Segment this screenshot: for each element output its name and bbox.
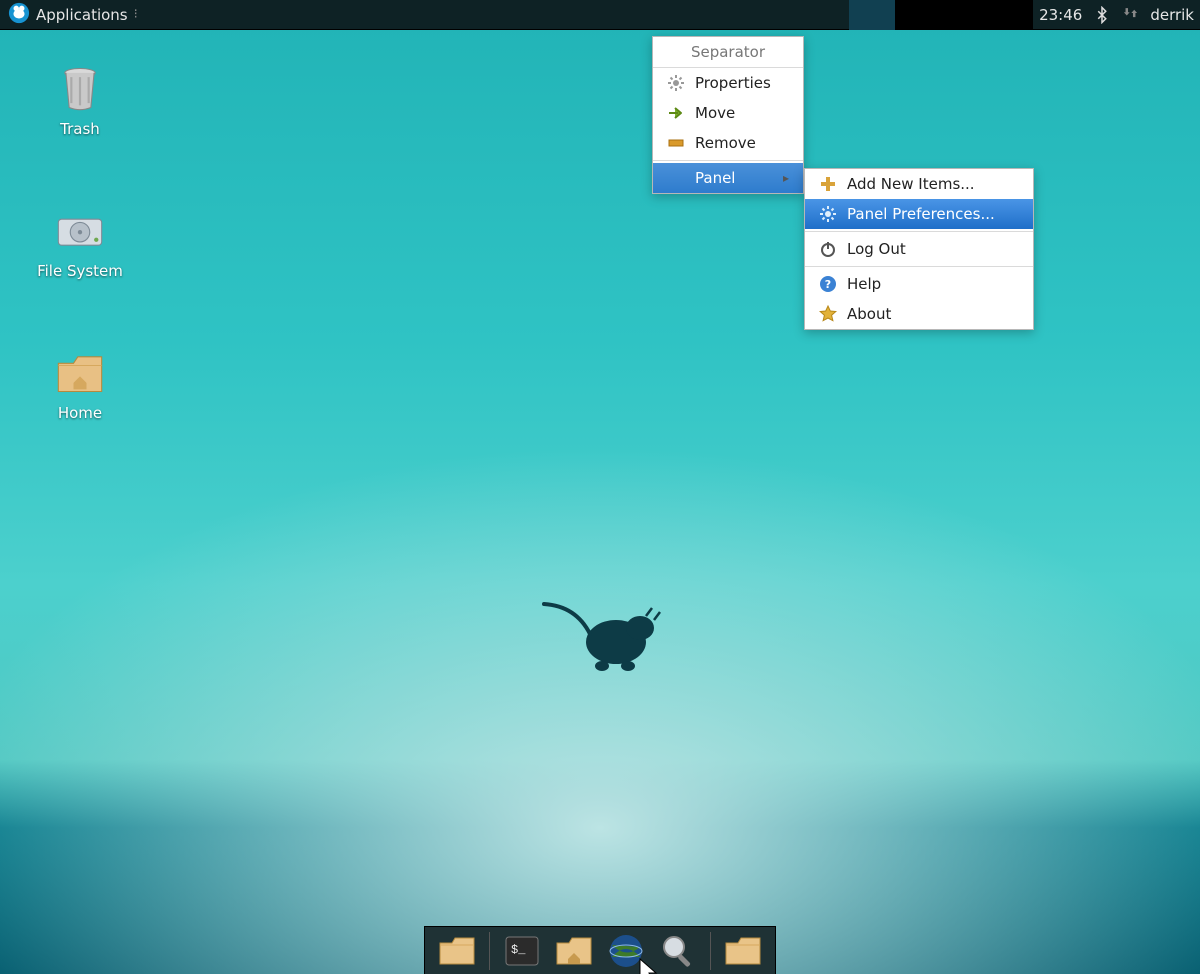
- menu-item-properties[interactable]: Properties: [653, 68, 803, 98]
- desktop-icon-filesystem[interactable]: File System: [20, 204, 140, 280]
- menu-item-label: Properties: [695, 74, 771, 92]
- user-menu-button[interactable]: derrik: [1144, 0, 1200, 29]
- submenu-item-about[interactable]: About: [805, 299, 1033, 329]
- dock-item-file-manager[interactable]: [550, 931, 598, 971]
- xfce-logo-icon: [8, 2, 30, 28]
- mouse-cursor: [639, 958, 659, 974]
- desktop-icon-label: Home: [58, 404, 102, 422]
- svg-text:?: ?: [825, 278, 831, 291]
- menu-item-label: Panel: [695, 169, 735, 187]
- dock-item-search[interactable]: [654, 931, 702, 971]
- submenu-item-add-items[interactable]: Add New Items...: [805, 169, 1033, 199]
- menu-item-remove[interactable]: Remove: [653, 128, 803, 158]
- applications-menu-label: Applications: [36, 6, 128, 24]
- bluetooth-icon[interactable]: [1088, 0, 1116, 30]
- arrow-right-icon: [667, 104, 685, 122]
- remove-icon: [667, 134, 685, 152]
- folder-home-icon: [54, 346, 106, 398]
- menu-indicator-icon: ⁝: [134, 7, 138, 22]
- menu-separator: [805, 266, 1033, 267]
- applications-menu-button[interactable]: Applications ⁝: [0, 0, 146, 29]
- panel-clock[interactable]: 23:46: [1033, 0, 1088, 29]
- menu-item-panel[interactable]: Panel ▸: [653, 163, 803, 193]
- menu-separator: [805, 231, 1033, 232]
- menu-item-label: Move: [695, 104, 735, 122]
- plus-icon: [819, 175, 837, 193]
- desktop-icon-label: Trash: [60, 120, 100, 138]
- menu-item-move[interactable]: Move: [653, 98, 803, 128]
- trash-icon: [54, 62, 106, 114]
- submenu-item-logout[interactable]: Log Out: [805, 234, 1033, 264]
- workspace-indicator-4[interactable]: [987, 0, 1033, 30]
- menu-item-label: Remove: [695, 134, 756, 152]
- svg-text:$_: $_: [511, 943, 526, 957]
- power-icon: [819, 240, 837, 258]
- menu-item-label: Add New Items...: [847, 175, 975, 193]
- workspace-indicator-1[interactable]: [849, 0, 895, 30]
- xfce-mouse-logo: [538, 594, 668, 674]
- desktop-icon-trash[interactable]: Trash: [20, 62, 140, 138]
- workspace-indicator-3[interactable]: [941, 0, 987, 30]
- workspace-indicator-2[interactable]: [895, 0, 941, 30]
- bottom-dock: $_: [424, 926, 776, 974]
- menu-item-label: Panel Preferences...: [847, 205, 995, 223]
- dock-item-folder[interactable]: [433, 931, 481, 971]
- menu-item-label: Log Out: [847, 240, 906, 258]
- desktop-icon-label: File System: [37, 262, 123, 280]
- menu-header: Separator: [653, 37, 803, 68]
- wallpaper: [0, 0, 1200, 974]
- menu-item-label: About: [847, 305, 891, 323]
- blank-icon: [667, 169, 685, 187]
- star-icon: [819, 305, 837, 323]
- menu-separator: [653, 160, 803, 161]
- top-panel: Applications ⁝ 23:46 derrik: [0, 0, 1200, 30]
- panel-context-menu: Separator Properties Move Remove Panel ▸: [652, 36, 804, 194]
- dock-separator: [489, 932, 490, 970]
- submenu-arrow-icon: ▸: [783, 171, 789, 185]
- user-name-label: derrik: [1150, 6, 1194, 24]
- desktop-icon-home[interactable]: Home: [20, 346, 140, 422]
- drive-icon: [54, 204, 106, 256]
- dock-item-folder-2[interactable]: [719, 931, 767, 971]
- gear-icon: [819, 205, 837, 223]
- menu-item-label: Help: [847, 275, 881, 293]
- submenu-item-help[interactable]: ? Help: [805, 269, 1033, 299]
- help-icon: ?: [819, 275, 837, 293]
- dock-item-terminal[interactable]: $_: [498, 931, 546, 971]
- submenu-item-panel-preferences[interactable]: Panel Preferences...: [805, 199, 1033, 229]
- dock-separator: [710, 932, 711, 970]
- panel-submenu: Add New Items... Panel Preferences... Lo…: [804, 168, 1034, 330]
- network-icon[interactable]: [1116, 0, 1144, 30]
- gear-icon: [667, 74, 685, 92]
